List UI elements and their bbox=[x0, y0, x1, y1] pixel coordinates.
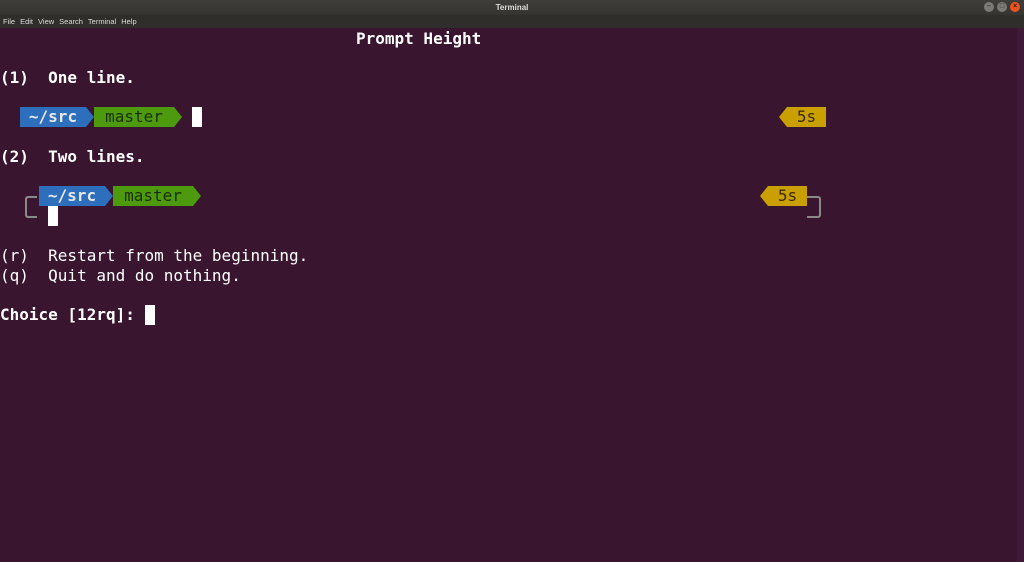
dir-segment: ~/src bbox=[20, 107, 86, 127]
terminal-window: Terminal – □ × File Edit View Search Ter… bbox=[0, 0, 1024, 562]
option-one-line: (1) One line. bbox=[0, 68, 135, 87]
menu-file[interactable]: File bbox=[0, 15, 18, 28]
wizard-heading: Prompt Height bbox=[356, 29, 482, 48]
cursor bbox=[48, 206, 58, 226]
cursor bbox=[192, 107, 202, 127]
duration-segment: 5s bbox=[787, 107, 826, 127]
time-separator-icon bbox=[779, 107, 787, 127]
title-bar: Terminal – □ × bbox=[0, 0, 1024, 15]
right-frame-bracket bbox=[807, 196, 821, 218]
branch-segment: master bbox=[113, 186, 193, 206]
dir-separator-icon bbox=[105, 186, 113, 206]
option-two-lines: (2) Two lines. bbox=[0, 147, 145, 166]
menu-bar: File Edit View Search Terminal Help bbox=[0, 15, 1024, 28]
dir-separator-icon bbox=[86, 107, 94, 127]
terminal-area[interactable]: Prompt Height (1) One line. ~/src master… bbox=[0, 28, 1017, 562]
menu-view[interactable]: View bbox=[36, 15, 57, 28]
choice-prompt: Choice [12rq]: bbox=[0, 305, 145, 324]
branch-separator-icon bbox=[193, 186, 201, 206]
minimize-icon[interactable]: – bbox=[984, 2, 994, 12]
option-restart: (r) Restart from the beginning. bbox=[0, 246, 309, 265]
duration-segment: 5s bbox=[768, 186, 807, 206]
scrollbar[interactable] bbox=[1017, 28, 1024, 562]
branch-segment: master bbox=[94, 107, 174, 127]
menu-edit[interactable]: Edit bbox=[18, 15, 36, 28]
left-frame-bracket bbox=[25, 196, 37, 218]
menu-terminal[interactable]: Terminal bbox=[85, 15, 118, 28]
window-title: Terminal bbox=[495, 3, 529, 12]
branch-separator-icon bbox=[174, 107, 182, 127]
dir-segment: ~/src bbox=[39, 186, 105, 206]
time-separator-icon bbox=[760, 186, 768, 206]
menu-help[interactable]: Help bbox=[119, 15, 139, 28]
window-controls: – □ × bbox=[984, 2, 1020, 12]
maximize-icon[interactable]: □ bbox=[997, 2, 1007, 12]
input-cursor[interactable] bbox=[145, 305, 155, 325]
close-icon[interactable]: × bbox=[1010, 2, 1020, 12]
menu-search[interactable]: Search bbox=[57, 15, 86, 28]
option-quit: (q) Quit and do nothing. bbox=[0, 266, 241, 285]
